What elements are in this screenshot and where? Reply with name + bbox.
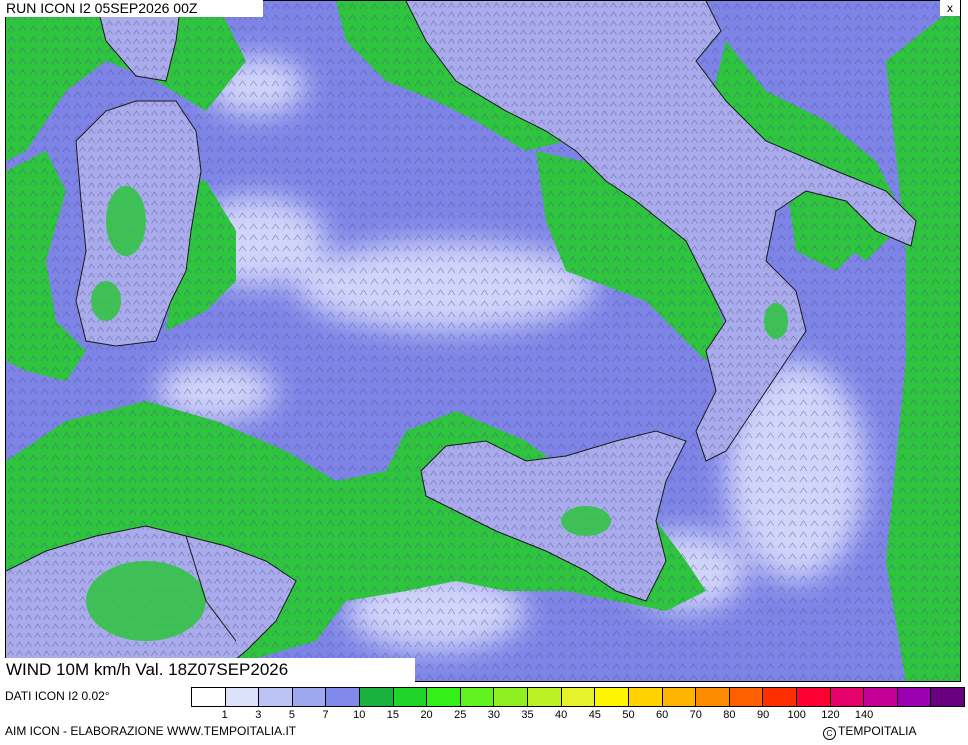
- legend-swatch: [393, 688, 428, 706]
- legend-swatch: [662, 688, 697, 706]
- legend-tick: 120: [821, 709, 840, 721]
- legend-tick: 80: [723, 709, 736, 721]
- brand-label: C TEMPOITALIA: [823, 724, 916, 740]
- legend-swatch: [326, 688, 361, 706]
- legend-tick-labels: 1 3 5 7 10 15 20 25 30 35 40 45 50 60 70 80 90 100 120 140: [191, 709, 965, 723]
- brand-name: TEMPOITALIA: [838, 724, 917, 738]
- legend-tick: 25: [454, 709, 467, 721]
- legend-tick: 70: [689, 709, 702, 721]
- close-icon[interactable]: x: [940, 0, 960, 16]
- legend-tick: 7: [322, 709, 329, 721]
- legend-swatch: [225, 688, 260, 706]
- legend-swatch: [796, 688, 831, 706]
- legend-tick: 50: [622, 709, 635, 721]
- legend-swatch: [864, 688, 898, 706]
- legend-swatch: [494, 688, 529, 706]
- legend-swatch: [561, 688, 596, 706]
- legend-swatch: [729, 688, 764, 706]
- copyright-icon: C: [823, 727, 836, 740]
- wind-speed-legend: [191, 687, 965, 707]
- wind-map: [5, 0, 961, 682]
- legend-swatch: [460, 688, 495, 706]
- legend-swatch: [628, 688, 663, 706]
- model-run-label: RUN ICON I2 05SEP2026 00Z: [5, 0, 263, 17]
- legend-tick: 90: [756, 709, 770, 721]
- legend-tick: 140: [854, 709, 874, 721]
- legend-swatch: [192, 688, 226, 706]
- legend-tick: 35: [521, 709, 534, 721]
- legend-tick: 45: [588, 709, 601, 721]
- legend-swatch: [830, 688, 865, 706]
- legend-swatch: [259, 688, 293, 706]
- legend-tick: 15: [386, 709, 400, 721]
- data-source-label: DATI ICON I2 0.02°: [5, 689, 110, 703]
- legend-swatch: [360, 688, 394, 706]
- legend-swatch: [528, 688, 562, 706]
- legend-swatch: [696, 688, 730, 706]
- legend-swatch: [763, 688, 797, 706]
- legend-tick: 5: [288, 709, 296, 721]
- legend-tick: 3: [255, 709, 262, 721]
- validity-label: WIND 10M km/h Val. 18Z07SEP2026: [5, 658, 415, 682]
- legend-swatch: [292, 688, 327, 706]
- legend-swatch: [931, 688, 965, 706]
- wind-map-canvas: [6, 1, 960, 681]
- credit-label: AIM ICON - ELABORAZIONE WWW.TEMPOITALIA.…: [5, 724, 297, 738]
- legend-tick: 60: [656, 709, 669, 721]
- legend-tick: 20: [420, 709, 433, 721]
- legend-swatch: [595, 688, 629, 706]
- legend-swatch: [897, 688, 932, 706]
- legend-tick: 100: [787, 709, 806, 721]
- legend-swatch: [427, 688, 461, 706]
- legend-tick: 1: [221, 709, 228, 721]
- legend-tick: 10: [353, 709, 366, 721]
- legend-tick: 40: [555, 709, 568, 721]
- legend-tick: 30: [487, 709, 500, 721]
